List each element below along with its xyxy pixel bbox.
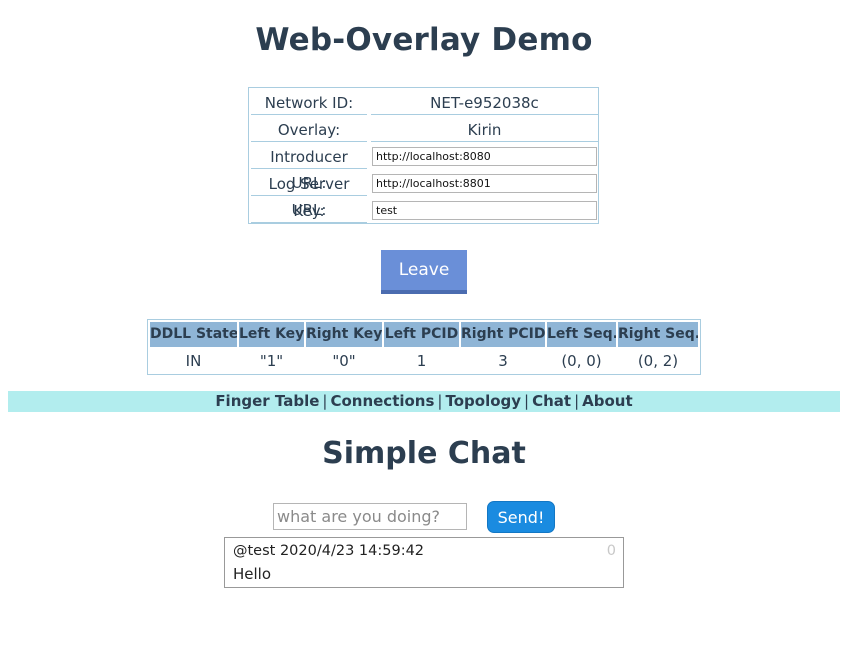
ddll-header-right-pcid: Right PCID (461, 322, 545, 347)
network-id-value: NET-e952038c (371, 90, 598, 115)
page-title: Web-Overlay Demo (255, 22, 593, 58)
ddll-status-table: DDLL State Left Key Right Key Left PCID … (147, 319, 701, 375)
nav-finger-table[interactable]: Finger Table (215, 392, 319, 410)
log-server-row: Log Server URL: (251, 171, 597, 219)
overlay-row: Overlay: Kirin (251, 117, 598, 142)
chat-title: Simple Chat (322, 436, 526, 471)
chat-message: @test 2020/4/23 14:59:42 0 Hello (224, 537, 624, 588)
ddll-left-pcid-value: 1 (384, 349, 459, 375)
overlay-value: Kirin (371, 117, 598, 142)
ddll-header-left-key: Left Key (239, 322, 304, 347)
log-server-url-label: Log Server URL: (251, 171, 367, 219)
ddll-header-right-seq: Right Seq. (618, 322, 698, 347)
nav-chat[interactable]: Chat (532, 392, 571, 410)
nav-separator: | (437, 392, 443, 410)
ddll-header-left-pcid: Left PCID (384, 322, 459, 347)
ddll-header-left-seq: Left Seq. (547, 322, 616, 347)
nav-separator: | (322, 392, 328, 410)
ddll-header-right-key: Right Key (306, 322, 382, 347)
send-button[interactable]: Send! (487, 501, 555, 533)
ddll-left-seq-value: (0, 0) (547, 349, 616, 375)
network-id-label: Network ID: (251, 90, 367, 115)
main-nav: Finger Table | Connections | Topology | Chat | A… (8, 391, 840, 412)
nav-separator: | (524, 392, 530, 410)
overlay-label: Overlay: (251, 117, 367, 142)
network-info-table: Network ID: NET-e952038c Overlay: Kirin … (248, 87, 599, 224)
ddll-state-value: IN (150, 349, 237, 375)
log-server-url-input[interactable] (372, 174, 597, 193)
ddll-right-key-value: "0" (306, 349, 382, 375)
ddll-left-key-value: "1" (239, 349, 304, 375)
key-label: Key: (251, 198, 367, 223)
nav-topology[interactable]: Topology (445, 392, 521, 410)
network-id-row: Network ID: NET-e952038c (251, 90, 598, 115)
leave-button[interactable]: Leave (381, 250, 467, 294)
ddll-right-pcid-value: 3 (461, 349, 545, 375)
nav-connections[interactable]: Connections (330, 392, 434, 410)
message-text: Hello (233, 565, 272, 583)
nav-about[interactable]: About (582, 392, 633, 410)
message-meta: @test 2020/4/23 14:59:42 (233, 543, 425, 559)
nav-separator: | (574, 392, 580, 410)
ddll-header-state: DDLL State (150, 322, 237, 347)
introducer-url-label: Introducer URL: (251, 144, 367, 192)
introducer-row: Introducer URL: (251, 144, 597, 192)
ddll-right-seq-value: (0, 2) (618, 349, 698, 375)
message-count: 0 (606, 543, 616, 559)
key-input[interactable] (372, 201, 597, 220)
key-row: Key: (251, 198, 597, 223)
introducer-url-input[interactable] (372, 147, 597, 166)
chat-message-input[interactable] (273, 503, 467, 530)
